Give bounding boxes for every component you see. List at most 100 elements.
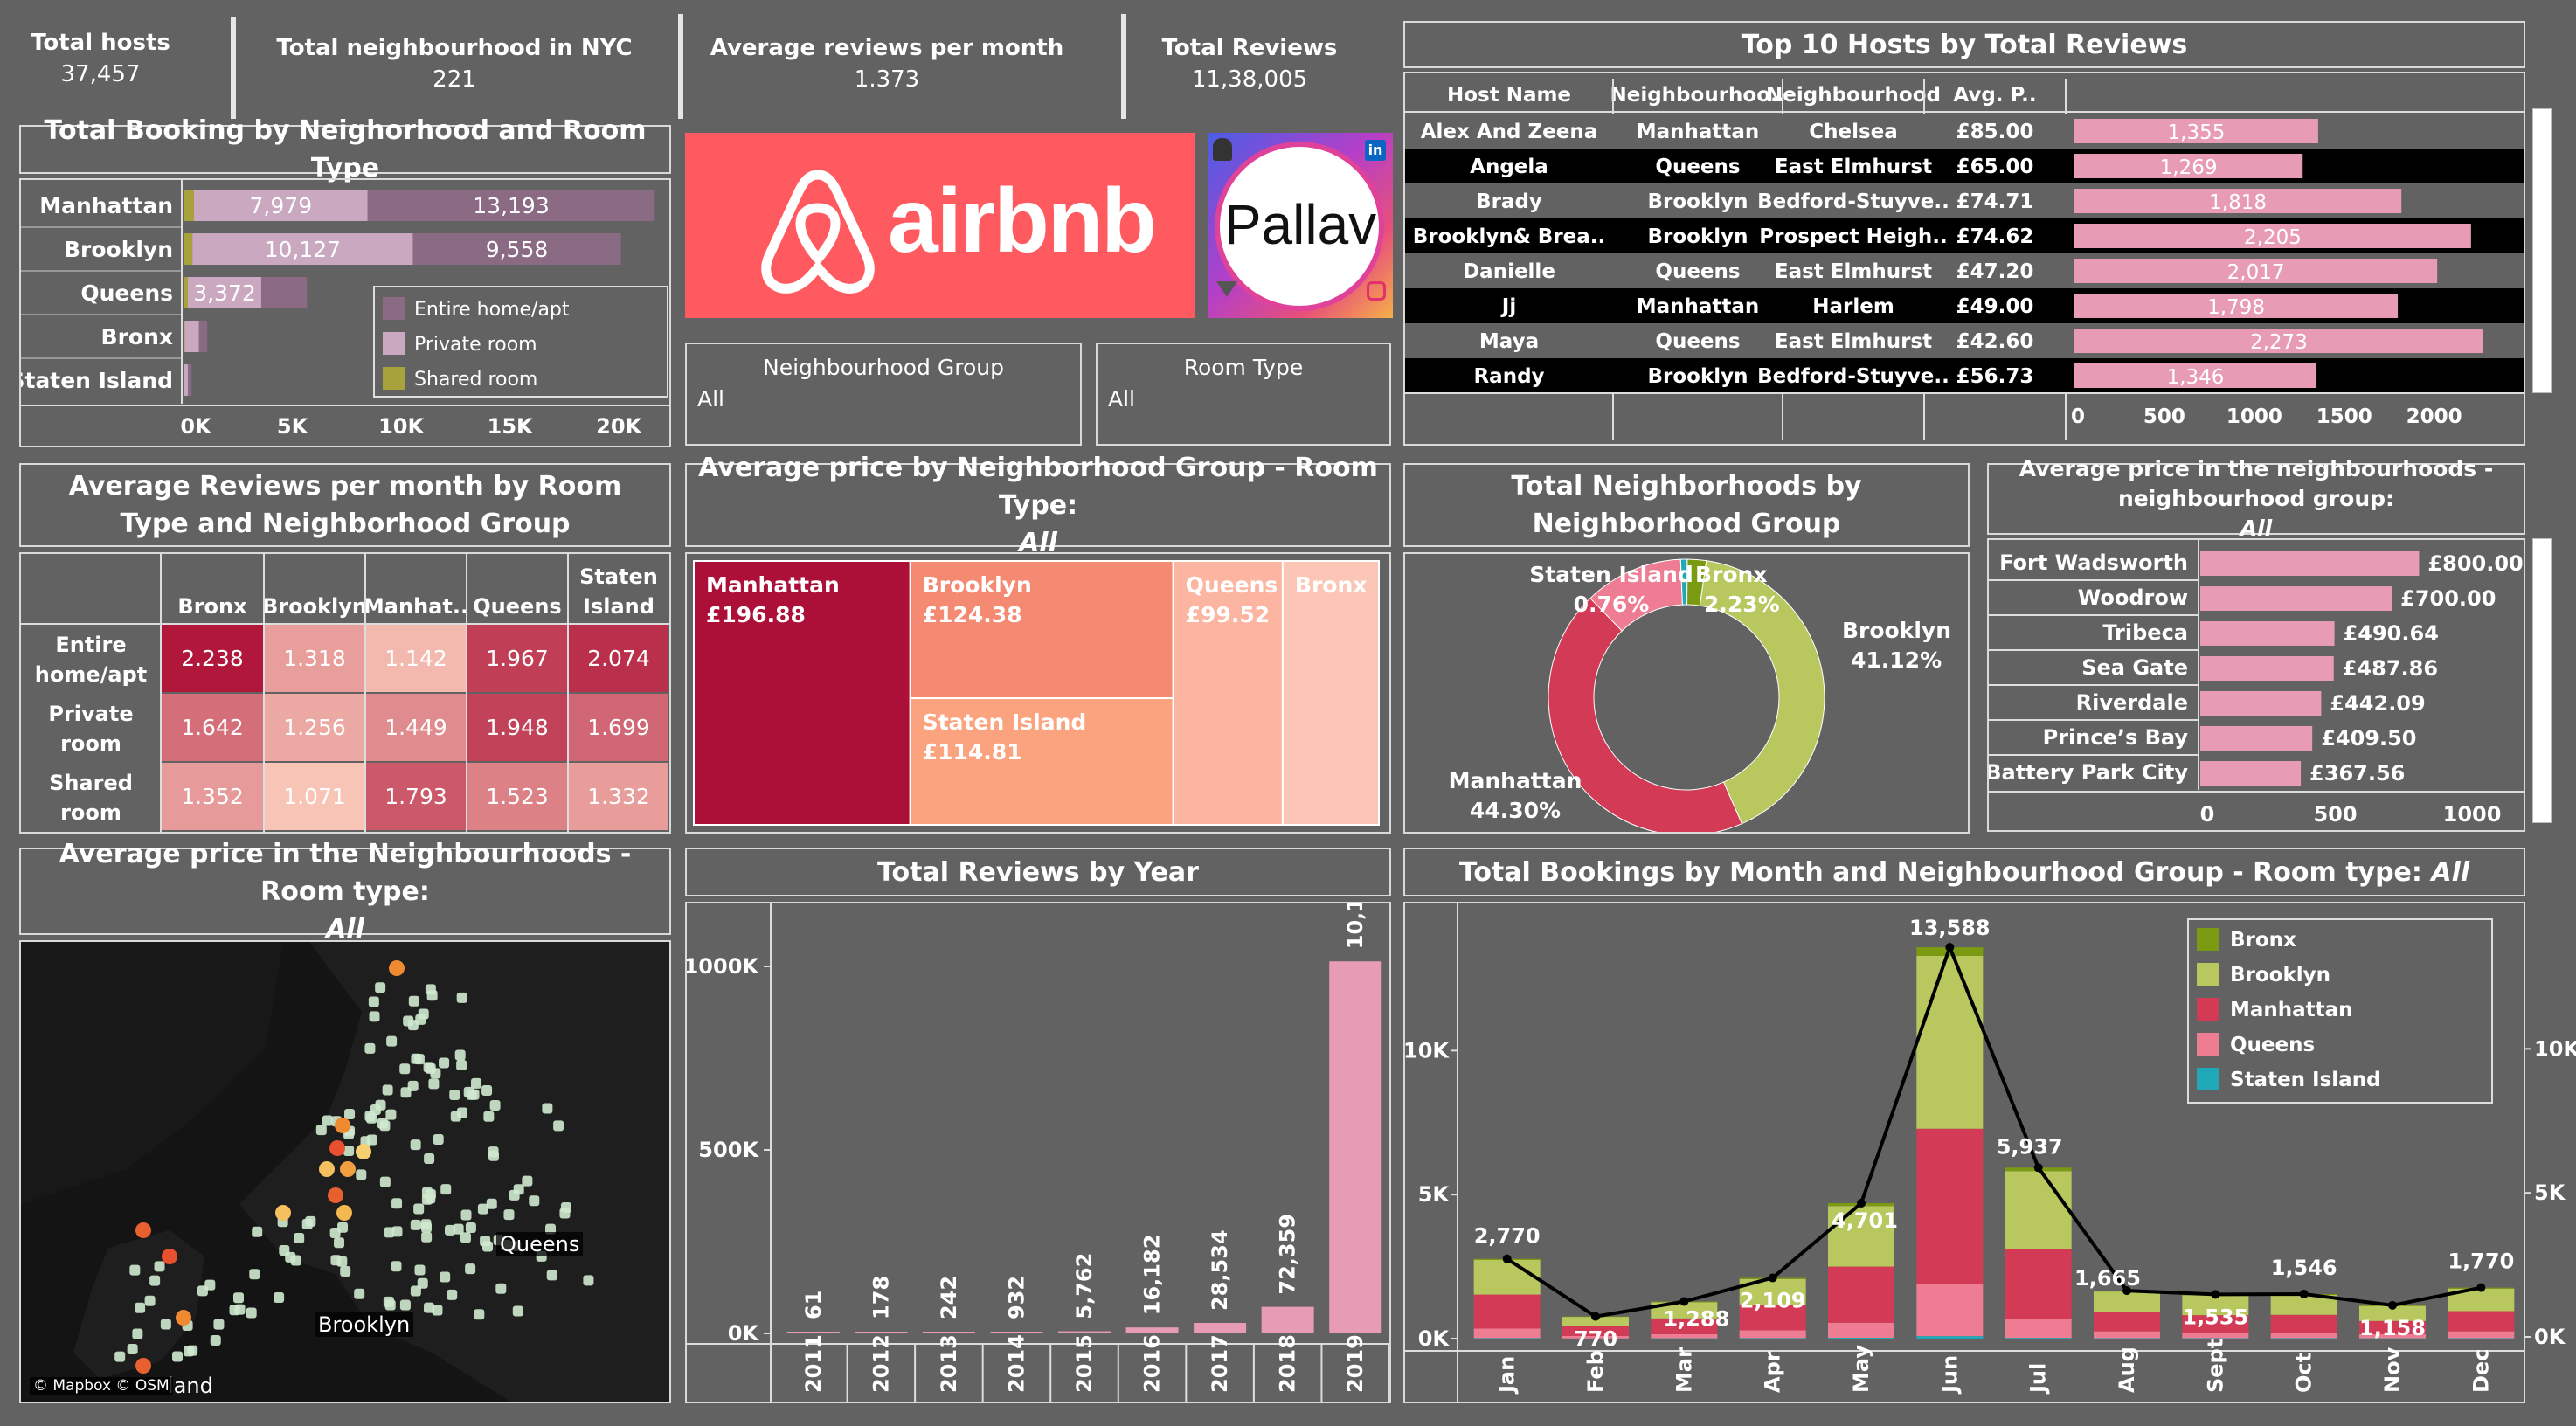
- tick-label: Feb: [1583, 1350, 1608, 1393]
- data-label: 1.642: [181, 715, 244, 740]
- table-cell: Bedford-Stuyve..: [1757, 190, 1949, 213]
- kpi-divider: [678, 14, 683, 119]
- map-point: [246, 1307, 257, 1319]
- filter-value[interactable]: All: [1108, 386, 1135, 412]
- table-cell: £56.73: [1956, 365, 2034, 388]
- tick-label: Battery Park City: [1989, 760, 2188, 785]
- tick-label: Jan: [1495, 1356, 1520, 1395]
- map-point: [417, 1277, 428, 1289]
- treemap-label: Queens: [1186, 572, 1278, 598]
- top-hosts-chart: Host Name Neighbourhoo..Neighbourhood Avg.…: [1405, 79, 2524, 440]
- donut-label: Bronx: [1695, 562, 1767, 587]
- map-point-hot: [162, 1249, 177, 1264]
- heatmap-panel: Bronx Brooklyn Manhat.. Queens Staten Island E…: [19, 552, 671, 834]
- bar-segment: [2448, 1311, 2515, 1332]
- legend-label: Shared room: [414, 369, 537, 391]
- column-header: Neighbourhood: [1766, 84, 1941, 107]
- map-point: [375, 982, 386, 993]
- treemap-chart: Manhattan £196.88 Brooklyn £124.38 Staten Is…: [693, 560, 1381, 826]
- land-area: [239, 942, 669, 1402]
- legend-swatch: [2197, 1068, 2219, 1090]
- legend-swatch: [2197, 1033, 2219, 1056]
- map-point: [542, 1103, 553, 1114]
- bar: [198, 321, 208, 352]
- tick-label: 2018: [1276, 1334, 1300, 1393]
- bar-segment: [2270, 1314, 2337, 1333]
- map-point: [495, 1283, 507, 1294]
- treemap-cell: [1172, 560, 1284, 826]
- booking-chart: Manhattan 7,979 13,193 Brooklyn 10,127 9,558 Q…: [21, 180, 669, 439]
- airbnb-logo: airbnb: [685, 133, 1195, 318]
- avgprice-chart: Fort Wadsworth £800.00 Woodrow £700.00 Tribe…: [1989, 540, 2524, 827]
- bar-segment: [2270, 1338, 2337, 1339]
- map-point: [368, 996, 379, 1007]
- table-cell: East Elmhurst: [1775, 156, 1932, 178]
- data-label: 1.449: [384, 715, 447, 740]
- map-point: [425, 1063, 436, 1074]
- bar: [922, 1332, 975, 1333]
- map-panel[interactable]: Queens Brooklyn land © Mapbox © OSM: [19, 940, 671, 1403]
- map-point: [425, 1188, 436, 1200]
- map-point: [213, 1319, 225, 1330]
- data-label: 932: [1004, 1276, 1028, 1319]
- tick-label: Fort Wadsworth: [1999, 550, 2188, 575]
- map-point: [127, 1343, 138, 1354]
- scrollbar[interactable]: [2532, 108, 2552, 393]
- map-point: [204, 1279, 216, 1291]
- data-label: 2,770: [1474, 1224, 1541, 1249]
- pallav-text: Pallav: [1223, 193, 1377, 256]
- map-point: [334, 1237, 345, 1249]
- room-type-filter[interactable]: Room Type All: [1096, 343, 1391, 446]
- data-label: 2.074: [587, 646, 650, 671]
- map-point: [172, 1351, 184, 1362]
- line-marker: [1768, 1273, 1777, 1283]
- neighbourhood-group-filter[interactable]: Neighbourhood Group All: [685, 343, 1082, 446]
- map-point: [154, 1261, 165, 1272]
- map-point: [233, 1292, 245, 1304]
- bar-segment: [2005, 1171, 2072, 1249]
- map-point: [369, 1011, 380, 1022]
- data-label: 3,372: [193, 280, 256, 306]
- tick-label: Nov: [2380, 1346, 2405, 1393]
- data-label: 1,355: [2168, 121, 2226, 144]
- map-point: [403, 1015, 414, 1027]
- data-label: £800.00: [2427, 551, 2523, 576]
- filter-value[interactable]: All: [697, 386, 724, 412]
- bar-segment: [1828, 1322, 1894, 1338]
- instagram-icon: [1367, 281, 1386, 301]
- bar-segment: [2448, 1331, 2515, 1339]
- table-cell: £47.20: [1956, 260, 2034, 283]
- map-point: [463, 1086, 474, 1097]
- data-label: 1.332: [587, 784, 650, 809]
- line-marker: [2033, 1163, 2043, 1173]
- bar: [184, 233, 193, 265]
- map-title-text: Average price in the Neighbourhoods - Ro…: [59, 838, 632, 907]
- column-header: Queens: [473, 594, 561, 619]
- table-cell: Brooklyn: [1647, 225, 1748, 248]
- map-point: [432, 1305, 443, 1316]
- data-label: 2.23%: [1704, 592, 1780, 617]
- table-cell: Brooklyn: [1647, 365, 1748, 388]
- map-point: [132, 1328, 143, 1339]
- tick-label: 2017: [1208, 1334, 1232, 1393]
- row-header: Private: [48, 702, 133, 726]
- column-header: Avg. P..: [1953, 84, 2036, 107]
- map-point: [440, 1271, 451, 1283]
- reviews-year-chart: 0K 500K 1000K 61 2011 178 2012 242 2013 932 2014 5,…: [687, 903, 1389, 1402]
- map-point: [440, 1184, 452, 1195]
- kpi-neighbourhood-value: 221: [433, 66, 476, 93]
- scrollbar[interactable]: [2532, 538, 2552, 823]
- map-point: [386, 1035, 398, 1047]
- tick-label: Aug: [2115, 1346, 2139, 1393]
- data-label: 1,546: [2271, 1256, 2337, 1280]
- data-label: 242: [937, 1276, 961, 1319]
- legend-swatch: [383, 297, 405, 320]
- bar: [2200, 691, 2322, 716]
- data-label: 0.76%: [1574, 592, 1650, 617]
- tick-label: 5K: [277, 414, 309, 439]
- map-point: [456, 1107, 467, 1118]
- bar: [990, 1332, 1043, 1333]
- data-label: 16,182: [1140, 1235, 1165, 1316]
- table-cell: Brooklyn: [1647, 190, 1748, 213]
- data-label: 2.238: [181, 646, 244, 671]
